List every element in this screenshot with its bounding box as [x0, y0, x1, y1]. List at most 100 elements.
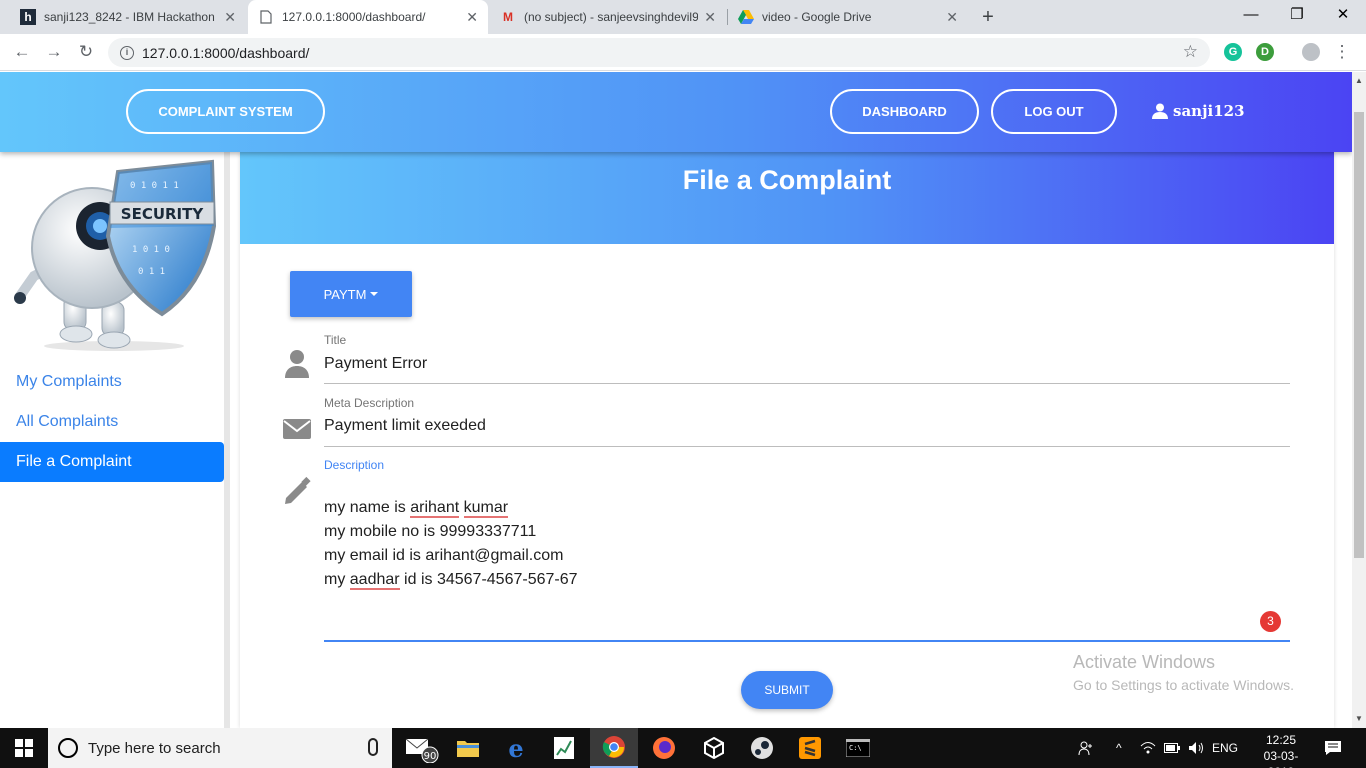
- chrome-browser-icon[interactable]: [590, 728, 638, 768]
- show-hidden-icons-chevron-icon[interactable]: ^: [1116, 728, 1122, 768]
- taskbar-search-box[interactable]: Type here to search: [48, 728, 392, 768]
- logout-button[interactable]: LOG OUT: [991, 89, 1117, 134]
- logo-text: SECURITY: [121, 205, 205, 223]
- complaint-system-brand-button[interactable]: COMPLAINT SYSTEM: [126, 89, 325, 134]
- spellcheck-word: kumar: [463, 499, 509, 518]
- volume-icon[interactable]: [1188, 728, 1204, 768]
- meta-description-underline: [324, 446, 1290, 447]
- svg-text:0 1 1: 0 1 1: [138, 267, 165, 277]
- envelope-icon: [283, 419, 311, 439]
- browser-tab[interactable]: video - Google Drive ✕: [728, 0, 968, 34]
- browser-tab[interactable]: h sanji123_8242 - IBM Hackathon 2 ✕: [10, 0, 246, 34]
- profile-avatar-icon[interactable]: [1302, 43, 1320, 61]
- tab-title: 127.0.0.1:8000/dashboard/: [282, 10, 426, 24]
- steam-app-icon[interactable]: [738, 728, 786, 768]
- username-text: sanji123: [1173, 102, 1245, 120]
- mail-unread-count: 90: [424, 751, 437, 762]
- chrome-menu-icon[interactable]: ⋮: [1330, 40, 1354, 64]
- battery-icon[interactable]: [1164, 728, 1180, 768]
- spreadsheet-app-icon[interactable]: [540, 728, 588, 768]
- dashboard-button[interactable]: DASHBOARD: [830, 89, 979, 134]
- close-window-icon[interactable]: ✕: [1320, 0, 1366, 34]
- grammarly-issue-count-badge[interactable]: 3: [1260, 611, 1281, 632]
- bookmark-star-icon[interactable]: ☆: [1183, 42, 1198, 62]
- web-page: COMPLAINT SYSTEM DASHBOARD LOG OUT sanji…: [0, 72, 1352, 728]
- title-field[interactable]: Payment Error: [324, 355, 427, 373]
- sublime-text-icon[interactable]: [786, 728, 834, 768]
- scrollbar-thumb[interactable]: [1354, 112, 1364, 558]
- page-scrollbar[interactable]: ▲ ▼: [1352, 72, 1366, 728]
- close-tab-icon[interactable]: ✕: [466, 9, 478, 26]
- page-favicon-icon: [258, 9, 274, 25]
- browser-tab-active[interactable]: 127.0.0.1:8000/dashboard/ ✕: [248, 0, 488, 34]
- description-underline: [324, 640, 1290, 642]
- description-line: my email id is arihant@gmail.com: [324, 547, 564, 564]
- security-robot-logo: SECURITY 0 1 0 1 1 1 0 1 0 0 1 1: [14, 159, 217, 351]
- microphone-icon[interactable]: [368, 738, 378, 756]
- sidebar-item-file-complaint[interactable]: File a Complaint: [0, 442, 224, 482]
- svg-text:C:\: C:\: [849, 744, 862, 752]
- category-dropdown[interactable]: PAYTM: [290, 271, 412, 317]
- taskbar-search-placeholder: Type here to search: [88, 739, 221, 757]
- close-tab-icon[interactable]: ✕: [946, 9, 958, 26]
- close-tab-icon[interactable]: ✕: [224, 9, 236, 26]
- windows-start-icon[interactable]: [0, 728, 48, 768]
- wifi-icon[interactable]: [1140, 728, 1156, 768]
- user-menu[interactable]: sanji123: [1152, 102, 1245, 120]
- watermark-subtitle: Go to Settings to activate Windows.: [1073, 677, 1294, 693]
- meta-description-label: Meta Description: [324, 396, 415, 410]
- svg-text:1 0 1 0: 1 0 1 0: [132, 245, 170, 255]
- scroll-up-arrow-icon[interactable]: ▲: [1355, 76, 1363, 85]
- close-tab-icon[interactable]: ✕: [704, 9, 716, 26]
- action-center-icon[interactable]: [1324, 728, 1342, 768]
- form-header: File a Complaint: [240, 152, 1334, 244]
- mail-app-icon[interactable]: 90: [398, 728, 446, 768]
- clock-time: 12:25: [1265, 733, 1297, 747]
- address-bar[interactable]: i 127.0.0.1:8000/dashboard/ ☆: [108, 38, 1210, 67]
- grammarly-extension-icon[interactable]: G: [1224, 43, 1242, 61]
- scroll-down-arrow-icon[interactable]: ▼: [1355, 714, 1363, 723]
- input-language[interactable]: ENG: [1212, 728, 1238, 768]
- system-clock[interactable]: 12:25 03-03-2019: [1256, 732, 1306, 768]
- clock-date: 03-03-2019: [1263, 749, 1299, 768]
- tab-title: sanji123_8242 - IBM Hackathon 2: [44, 10, 219, 24]
- svg-text:0 1 0 1 1: 0 1 0 1 1: [130, 181, 179, 191]
- category-dropdown-label: PAYTM: [323, 286, 367, 302]
- site-info-icon[interactable]: i: [120, 45, 134, 60]
- site-navbar: COMPLAINT SYSTEM DASHBOARD LOG OUT sanji…: [0, 72, 1352, 152]
- url-text: 127.0.0.1:8000/dashboard/: [142, 44, 310, 61]
- sidebar: SECURITY 0 1 0 1 1 1 0 1 0 0 1 1 My Comp…: [0, 152, 230, 728]
- spellcheck-word: aadhar: [349, 571, 400, 590]
- reload-icon[interactable]: ↻: [74, 40, 98, 64]
- description-line: my aadhar id is 34567-4567-567-67: [324, 571, 578, 590]
- description-line: my mobile no is 99993337711: [324, 523, 537, 540]
- new-tab-plus-icon[interactable]: +: [976, 5, 1000, 29]
- gmail-favicon-icon: M: [503, 10, 513, 24]
- watermark-title: Activate Windows: [1073, 652, 1216, 672]
- hackerearth-favicon-icon: h: [20, 9, 36, 25]
- browser-tab-strip: h sanji123_8242 - IBM Hackathon 2 ✕ 127.…: [0, 0, 1366, 34]
- meta-description-field[interactable]: Payment limit exeeded: [324, 417, 486, 435]
- unity-app-icon[interactable]: [690, 728, 738, 768]
- command-prompt-icon[interactable]: C:\: [834, 728, 882, 768]
- submit-button[interactable]: SUBMIT: [741, 671, 833, 709]
- edge-browser-icon[interactable]: e: [492, 728, 540, 768]
- file-explorer-icon[interactable]: [444, 728, 492, 768]
- restore-window-icon[interactable]: ❐: [1274, 0, 1320, 34]
- user-icon: [1152, 103, 1168, 119]
- google-drive-favicon-icon: [738, 9, 754, 25]
- sidebar-item-my-complaints[interactable]: My Complaints: [0, 362, 224, 402]
- people-icon[interactable]: [1078, 728, 1094, 768]
- firefox-browser-icon[interactable]: [640, 728, 688, 768]
- extension-icon[interactable]: D: [1256, 43, 1274, 61]
- title-field-label: Title: [324, 333, 347, 347]
- forward-arrow-icon[interactable]: →: [42, 40, 66, 64]
- back-arrow-icon[interactable]: ←: [10, 40, 34, 64]
- description-line: my name is arihant kumar: [324, 499, 509, 518]
- browser-tab[interactable]: M (no subject) - sanjeevsinghdevil9 ✕: [490, 0, 726, 34]
- sidebar-item-all-complaints[interactable]: All Complaints: [0, 402, 224, 442]
- activate-windows-watermark: Activate Windows Go to Settings to activ…: [1073, 652, 1294, 693]
- page-title: File a Complaint: [682, 164, 892, 195]
- complaint-form-card: File a Complaint PAYTM Title Payment Err…: [240, 152, 1334, 728]
- minimize-window-icon[interactable]: —: [1228, 0, 1274, 34]
